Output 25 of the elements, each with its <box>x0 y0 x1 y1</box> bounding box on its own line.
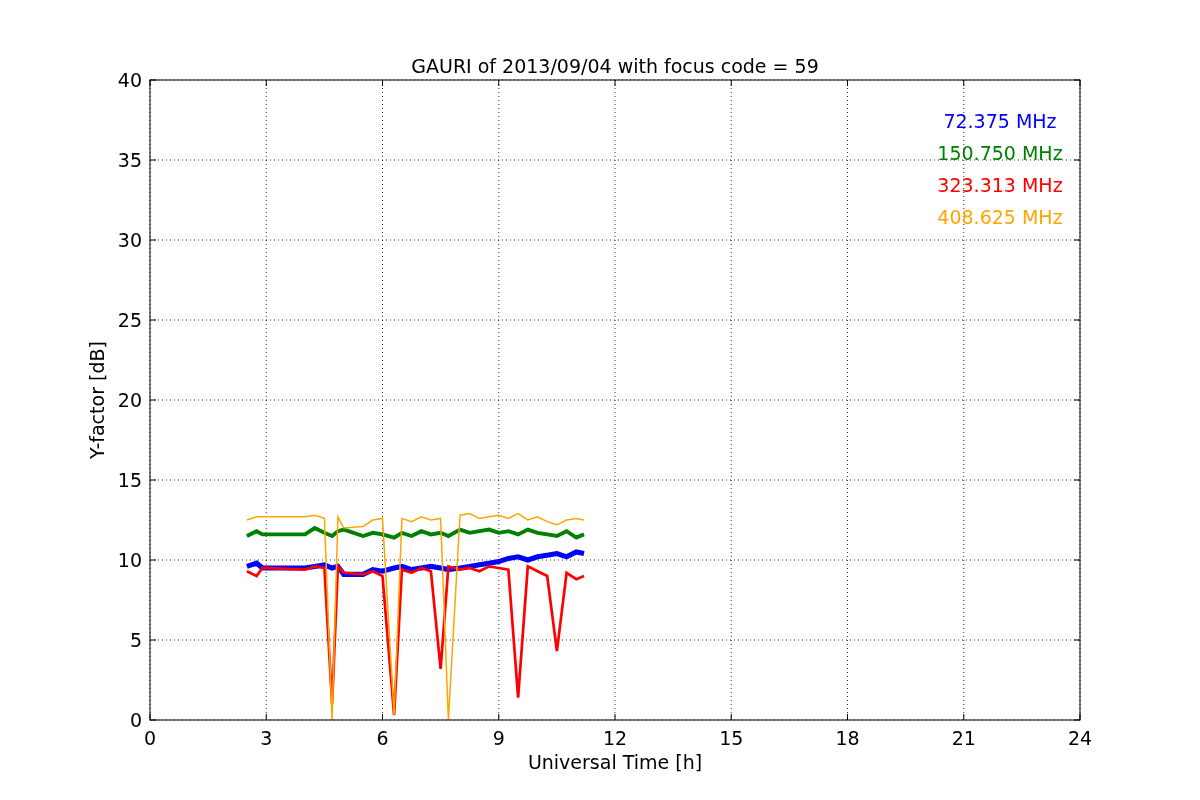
tick-label: 6 <box>376 727 389 749</box>
legend-label: 150.750 MHz <box>937 142 1063 164</box>
tick-label: 30 <box>117 229 142 251</box>
tick-label: 20 <box>117 389 142 411</box>
legend-label: 408.625 MHz <box>937 206 1063 228</box>
tick-label: 24 <box>1067 727 1093 749</box>
legend-label: 72.375 MHz <box>943 110 1057 132</box>
tick-label: 15 <box>117 469 142 491</box>
tick-label: 35 <box>117 149 142 171</box>
axis-label: Y-factor [dB] <box>86 341 108 459</box>
legend-label: 323.313 MHz <box>937 174 1063 196</box>
tick-label: 0 <box>129 709 142 731</box>
tick-label: 15 <box>719 727 744 749</box>
axis-label: Universal Time [h] <box>527 751 703 773</box>
tick-label: 18 <box>835 727 860 749</box>
tick-label: 3 <box>260 727 273 749</box>
tick-label: 10 <box>117 549 142 571</box>
tick-label: 21 <box>951 727 976 749</box>
tick-label: 25 <box>117 309 142 331</box>
tick-label: 0 <box>143 727 157 749</box>
tick-label: 12 <box>602 727 628 749</box>
tick-label: 5 <box>129 629 142 651</box>
tick-label: 9 <box>492 727 505 749</box>
tick-label: 40 <box>117 69 142 91</box>
chart-title: GAURI of 2013/09/04 with focus code = 59 <box>411 55 819 77</box>
